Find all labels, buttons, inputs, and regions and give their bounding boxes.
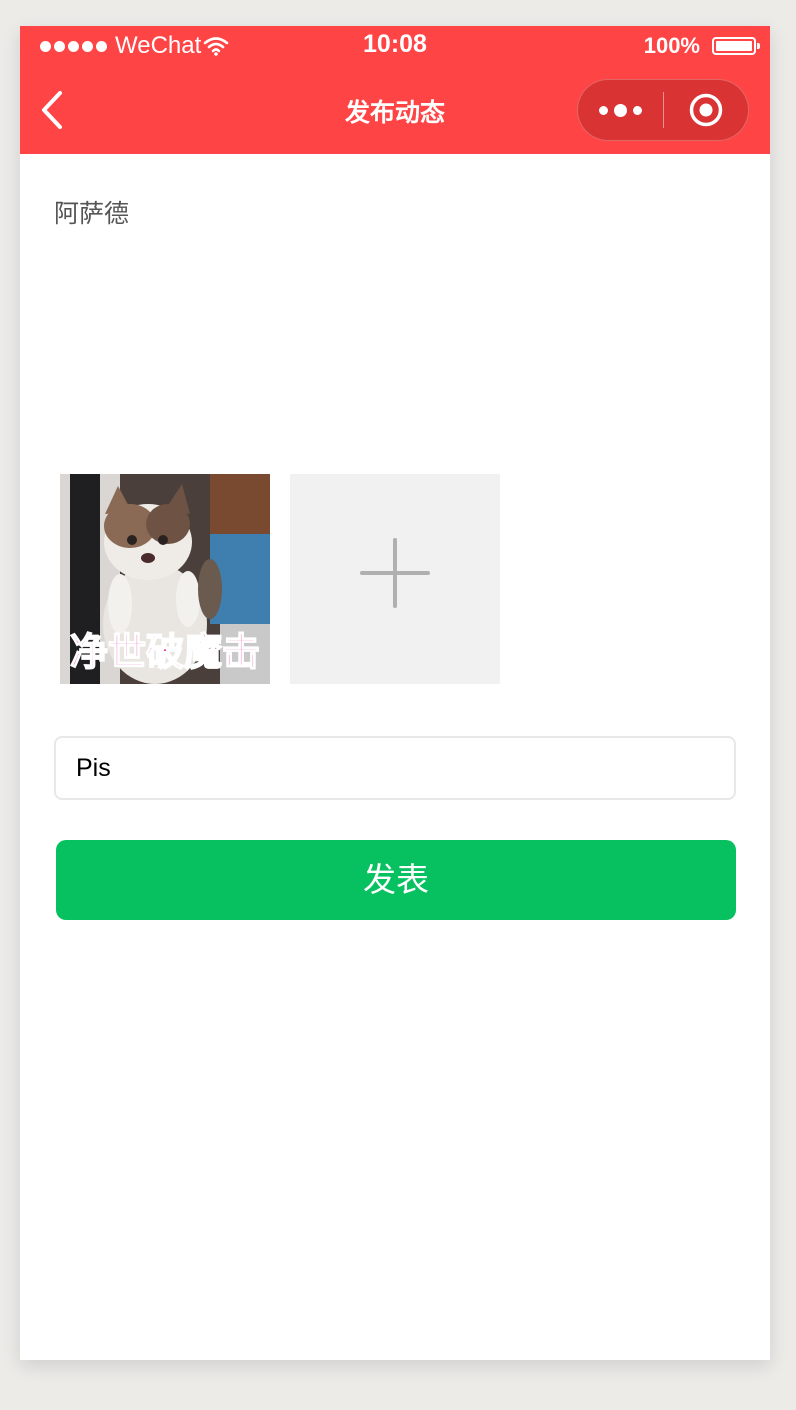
battery-level <box>716 41 752 51</box>
author-name: 阿萨德 <box>54 200 130 228</box>
publish-button[interactable]: 发表 <box>56 840 736 920</box>
mini-program-capsule <box>577 79 749 141</box>
more-icon-center <box>614 103 627 117</box>
phone-screen: WeChat 10:08 100% 发布动态 阿萨德 净世破魔击 Pis 发表 <box>20 26 770 1360</box>
status-right: 100% <box>643 33 760 59</box>
post-content-textarea[interactable] <box>54 246 734 446</box>
photo-caption: 净世破魔击 <box>69 631 261 675</box>
status-bar: WeChat 10:08 100% <box>20 26 770 66</box>
battery-icon <box>712 37 760 55</box>
uploaded-photo[interactable]: 净世破魔击 <box>60 474 270 684</box>
add-photo-button[interactable] <box>290 474 500 684</box>
close-target-icon <box>689 93 723 127</box>
battery-percent: 100% <box>643 33 700 58</box>
close-mini-program-button[interactable] <box>664 80 748 140</box>
nav-bar: 发布动态 <box>20 66 770 154</box>
tag-input[interactable]: Pis <box>54 736 736 800</box>
more-icon-right <box>633 105 642 115</box>
more-button[interactable] <box>578 80 663 140</box>
plus-icon <box>360 538 430 608</box>
more-icon <box>599 105 608 115</box>
